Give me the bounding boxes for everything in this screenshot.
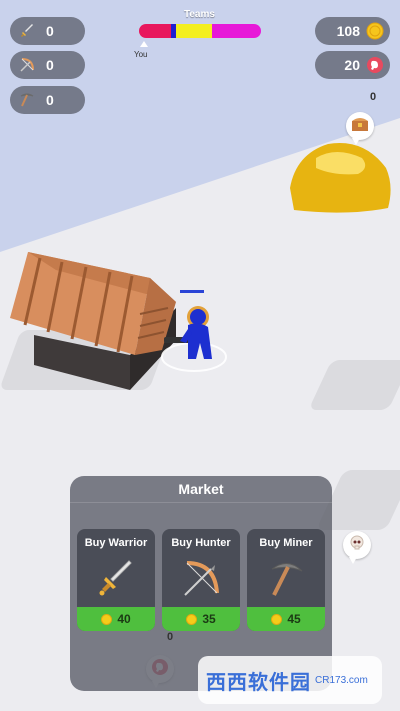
buy-miner-label: Buy Miner (259, 537, 313, 549)
buy-miner-button[interactable]: Buy Miner 45 (247, 529, 325, 631)
hunter-price: 35 (162, 607, 240, 631)
watermark-logo: 西西软件园 CR173.com (198, 656, 382, 704)
warrior-price-value: 40 (117, 612, 131, 626)
buy-warrior-label: Buy Warrior (84, 537, 148, 549)
team-segment-red (139, 24, 171, 38)
gold-rock[interactable] (286, 140, 396, 220)
meat-count: 20 (344, 57, 360, 73)
coins-count: 108 (336, 23, 360, 39)
hunters-count: 0 (46, 57, 54, 73)
coin-icon (186, 613, 198, 625)
treasure-bubble[interactable] (346, 112, 374, 145)
buy-hunter-button[interactable]: Buy Hunter 35 (162, 529, 240, 631)
treasure-chest-icon (351, 116, 369, 137)
pickaxe-icon (18, 91, 36, 109)
skull-bubble[interactable] (343, 531, 371, 564)
warriors-counter: 0 (10, 17, 85, 45)
team-segment-yellow (175, 24, 213, 38)
watermark-domain: CR173.com (315, 674, 368, 686)
coin-icon (366, 22, 384, 40)
miners-count: 0 (46, 92, 54, 108)
hunters-counter: 0 (10, 51, 85, 79)
bow-icon (18, 56, 36, 74)
pickaxe-icon (266, 556, 306, 602)
sword-icon (96, 556, 136, 602)
hunter-price-value: 35 (202, 612, 216, 626)
teams-label: Teams (184, 9, 215, 20)
team-segment-magenta (212, 24, 261, 38)
buy-warrior-button[interactable]: Buy Warrior 40 (77, 529, 155, 631)
meat-counter: 20 (315, 51, 390, 79)
player-character[interactable] (160, 285, 240, 375)
coin-icon (101, 613, 113, 625)
buy-hunter-label: Buy Hunter (171, 537, 231, 549)
market-counter: 0 (167, 631, 174, 643)
gold-rock-counter: 0 (370, 91, 377, 103)
you-marker-arrow (140, 41, 148, 47)
teams-bar (139, 24, 261, 38)
warriors-count: 0 (46, 23, 54, 39)
miner-price-value: 45 (287, 612, 301, 626)
coin-icon (271, 613, 283, 625)
watermark-brand: 西西软件园 (206, 671, 311, 694)
coins-counter: 108 (315, 17, 390, 45)
you-label: You (134, 50, 148, 59)
warrior-price: 40 (77, 607, 155, 631)
bow-icon (181, 556, 221, 602)
skull-icon (349, 535, 365, 556)
meat-icon (366, 56, 384, 74)
sword-icon (18, 22, 36, 40)
market-title: Market (178, 481, 224, 497)
miners-counter: 0 (10, 86, 85, 114)
miner-price: 45 (247, 607, 325, 631)
market-divider (70, 502, 332, 503)
